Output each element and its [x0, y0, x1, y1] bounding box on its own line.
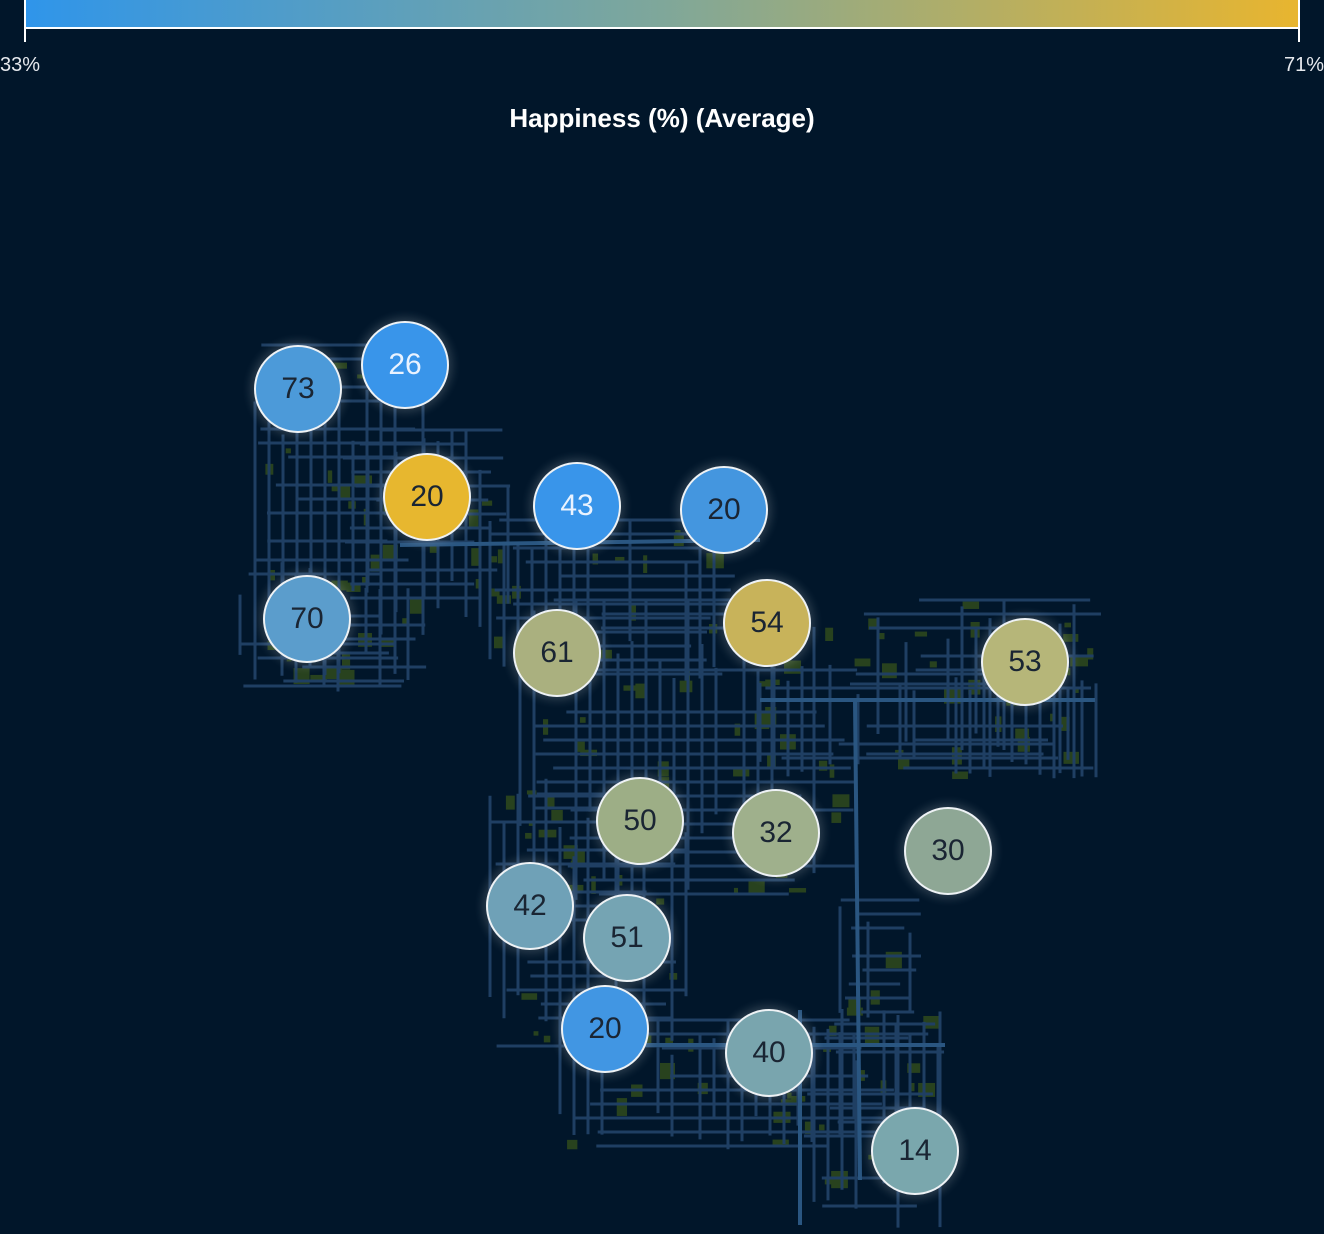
- cluster-marker[interactable]: 20: [561, 985, 649, 1073]
- cluster-count: 70: [290, 602, 324, 635]
- cluster-marker[interactable]: 43: [533, 462, 621, 550]
- cluster-marker[interactable]: 40: [725, 1009, 813, 1097]
- cluster-count: 20: [410, 480, 444, 513]
- cluster-count: 50: [623, 804, 657, 837]
- cluster-marker[interactable]: 14: [871, 1107, 959, 1195]
- cluster-count: 32: [759, 816, 793, 849]
- cluster-marker[interactable]: 54: [723, 579, 811, 667]
- cluster-marker[interactable]: 20: [680, 466, 768, 554]
- cluster-marker[interactable]: 30: [904, 807, 992, 895]
- cluster-count: 14: [898, 1134, 932, 1167]
- cluster-count: 61: [540, 636, 574, 669]
- cluster-count: 40: [752, 1036, 786, 1069]
- cluster-marker[interactable]: 61: [513, 609, 601, 697]
- cluster-marker[interactable]: 53: [981, 618, 1069, 706]
- cluster-marker[interactable]: 32: [732, 789, 820, 877]
- cluster-marker[interactable]: 42: [486, 862, 574, 950]
- cluster-count: 42: [513, 889, 547, 922]
- map-page: 33% 71% Happiness (%) (Average) 73 26 20…: [0, 0, 1324, 1234]
- cluster-count: 30: [931, 834, 965, 867]
- cluster-marker[interactable]: 70: [263, 575, 351, 663]
- cluster-count: 20: [588, 1012, 622, 1045]
- cluster-markers: 73 26 20 43 20 70 61 54 53 50 32 30 42 5…: [0, 0, 1324, 1234]
- cluster-count: 54: [750, 606, 784, 639]
- cluster-marker[interactable]: 51: [583, 894, 671, 982]
- cluster-marker[interactable]: 73: [254, 345, 342, 433]
- cluster-count: 73: [281, 372, 315, 405]
- cluster-count: 26: [388, 348, 422, 381]
- cluster-count: 20: [707, 493, 741, 526]
- cluster-count: 51: [610, 921, 644, 954]
- cluster-marker[interactable]: 26: [361, 321, 449, 409]
- cluster-marker[interactable]: 50: [596, 777, 684, 865]
- cluster-marker[interactable]: 20: [383, 453, 471, 541]
- cluster-count: 53: [1008, 645, 1042, 678]
- cluster-count: 43: [560, 489, 594, 522]
